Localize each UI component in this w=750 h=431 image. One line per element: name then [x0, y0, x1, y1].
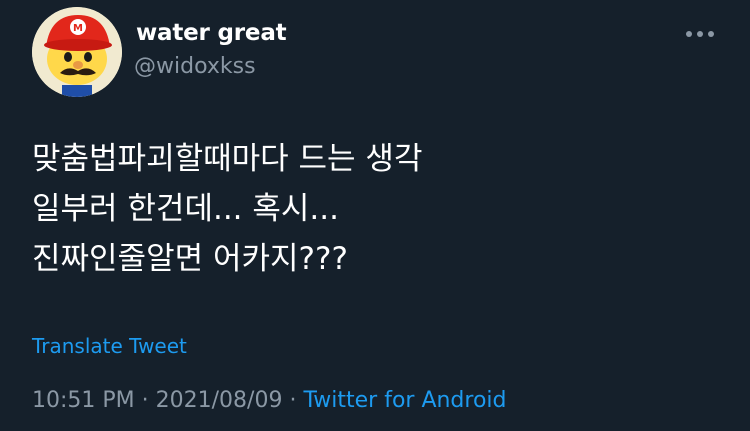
tweet-time[interactable]: 10:51 PM [32, 388, 135, 413]
mario-hat-avatar-icon: M [32, 7, 122, 97]
more-horizontal-icon [686, 31, 714, 37]
author-handle[interactable]: @widoxkss [134, 54, 256, 79]
meta-separator: · [289, 388, 297, 413]
tweet-date[interactable]: 2021/08/09 [156, 388, 283, 413]
meta-separator: · [141, 388, 149, 413]
svg-text:M: M [73, 23, 83, 34]
tweet-metadata: 10:51 PM · 2021/08/09 · Twitter for Andr… [32, 388, 507, 413]
tweet-source-link[interactable]: Twitter for Android [303, 388, 506, 413]
more-options-button[interactable] [680, 20, 720, 48]
tweet-text: 맞춤법파괴할때마다 드는 생각 일부러 한건데... 혹시... 진짜인줄알면 … [32, 141, 423, 277]
author-display-name[interactable]: water great [136, 20, 287, 46]
avatar[interactable]: M [32, 7, 122, 97]
translate-tweet-link[interactable]: Translate Tweet [32, 334, 187, 358]
tweet-card: M water great @widoxkss 맞춤법파괴할때마다 드는 생각 … [0, 0, 750, 431]
